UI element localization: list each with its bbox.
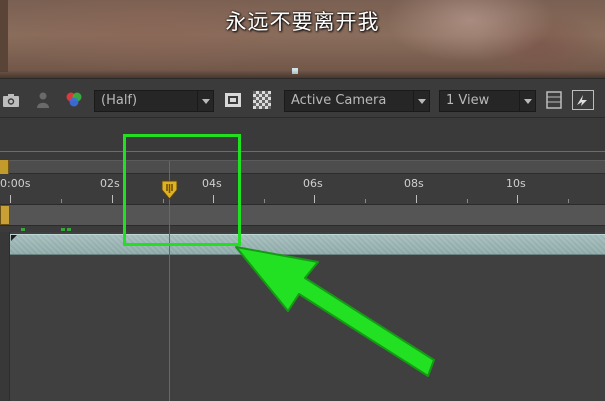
annotation-arrow-icon xyxy=(235,246,435,377)
